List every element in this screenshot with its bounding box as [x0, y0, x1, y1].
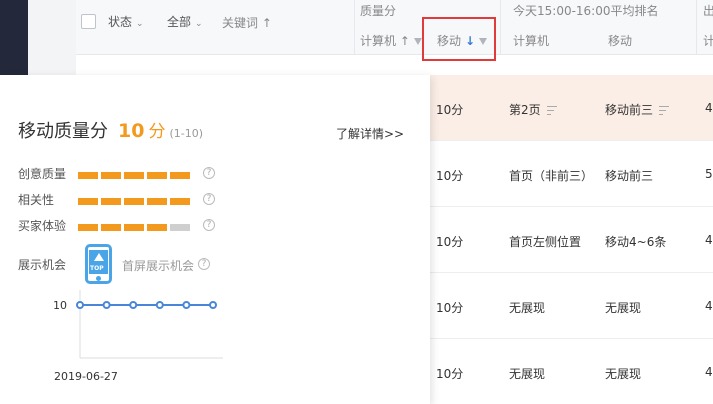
mobile-rank-cell: 无展现 — [605, 367, 642, 381]
extra-cell: 4. — [705, 299, 713, 313]
level-segment — [124, 224, 144, 231]
cut-group-header: 出 — [703, 4, 713, 18]
level-segment — [78, 224, 98, 231]
help-icon[interactable]: ? — [203, 193, 215, 205]
keyword-sort-header[interactable]: 关键词 ↑ — [222, 14, 272, 31]
rank-group-header: 今天15:00-16:00平均排名 — [513, 4, 659, 18]
quality-pc-label: 计算机 ↑ — [360, 34, 410, 48]
level-segment — [170, 172, 190, 179]
metric-label: 创意质量 — [18, 167, 67, 181]
metric-level-bars — [78, 172, 190, 179]
exposure-value: 首屏展示机会 — [122, 259, 195, 273]
data-point[interactable] — [129, 301, 138, 309]
rank-pc-header[interactable]: 计算机 — [513, 32, 549, 49]
pc-rank-cell: 首页（非前三） — [509, 169, 594, 183]
popup-title: 移动质量分 10 分 (1-10) — [18, 117, 203, 143]
level-segment — [101, 198, 121, 205]
mobile-rank-cell: 无展现 — [605, 301, 642, 315]
mobile-rank-text: 移动前三 — [605, 103, 654, 117]
metric-level-bars — [78, 224, 190, 231]
level-segment — [170, 224, 190, 231]
help-icon[interactable]: ? — [203, 219, 215, 231]
quality-score-cell[interactable]: 10分 — [436, 233, 463, 250]
level-segment — [147, 224, 167, 231]
chevron-down-icon: ⌄ — [136, 19, 144, 29]
top-tag: TOP — [90, 265, 104, 272]
rank-trend-icon[interactable] — [659, 106, 670, 115]
level-segment — [101, 224, 121, 231]
quality-score-range: (1-10) — [169, 127, 204, 140]
select-all-checkbox[interactable] — [81, 14, 96, 29]
extra-cell: 5. — [705, 167, 713, 181]
status-filter-label: 状态 — [108, 15, 133, 29]
level-segment — [78, 172, 98, 179]
data-point[interactable] — [182, 301, 191, 309]
phone-screen: TOP — [89, 250, 108, 274]
pc-rank-cell: 第2页 — [509, 101, 557, 118]
quality-trend-chart: 10 — [53, 290, 223, 359]
mobile-rank-cell: 移动前三 — [605, 169, 654, 183]
arrow-up-icon — [94, 253, 104, 261]
status-filter[interactable]: 状态 ⌄ — [108, 13, 144, 30]
level-segment — [147, 198, 167, 205]
column-divider — [354, 0, 355, 55]
extra-cell: 4. — [705, 365, 713, 379]
extra-cell: 4. — [705, 233, 713, 247]
quality-score-unit: 分 — [148, 122, 166, 142]
all-filter-label: 全部 — [167, 15, 192, 29]
data-point[interactable] — [155, 301, 164, 309]
level-segment — [170, 198, 190, 205]
pc-rank-cell: 无展现 — [509, 367, 546, 381]
highlight-box — [422, 17, 496, 61]
pc-rank-cell: 无展现 — [509, 301, 546, 315]
mobile-rank-cell: 移动前三 — [605, 101, 670, 118]
quality-pc-header[interactable]: 计算机 ↑ — [360, 32, 422, 49]
level-segment — [124, 172, 144, 179]
pc-rank-text: 第2页 — [509, 103, 541, 117]
chart-marks — [76, 301, 217, 309]
level-segment — [147, 172, 167, 179]
column-divider — [500, 0, 501, 55]
all-filter[interactable]: 全部 ⌄ — [167, 13, 203, 30]
cut-pc-header: 计 — [703, 34, 713, 48]
pc-rank-cell: 首页左侧位置 — [509, 235, 582, 249]
quality-score-cell[interactable]: 10分 — [436, 101, 463, 118]
level-segment — [78, 198, 98, 205]
help-icon[interactable]: ? — [203, 167, 215, 179]
x-tick-label: 2019-06-27 — [54, 370, 118, 383]
data-point[interactable] — [209, 301, 217, 309]
chevron-down-icon: ⌄ — [195, 19, 203, 29]
rank-trend-icon[interactable] — [546, 106, 557, 115]
data-point[interactable] — [76, 301, 84, 309]
quality-score-cell[interactable]: 10分 — [436, 299, 463, 316]
quality-score-value: 10 — [118, 120, 145, 142]
level-segment — [101, 172, 121, 179]
popup-title-text: 移动质量分 — [18, 121, 108, 142]
data-point[interactable] — [102, 301, 111, 309]
y-tick-label: 10 — [53, 299, 67, 312]
learn-more-link[interactable]: 了解详情>> — [336, 125, 404, 142]
filter-icon[interactable] — [413, 38, 422, 45]
rank-mobile-header[interactable]: 移动 — [608, 32, 632, 49]
table-header: 状态 ⌄ 全部 ⌄ 关键词 ↑ 质量分 计算机 ↑ 移动 ↓ 今天15:00-16:0… — [76, 0, 713, 55]
mobile-rank-cell: 移动4~6条 — [605, 235, 667, 249]
metric-level-bars — [78, 198, 190, 205]
quality-group-header: 质量分 — [360, 4, 397, 18]
help-icon[interactable]: ? — [198, 258, 210, 270]
extra-cell: 4. — [705, 101, 713, 115]
quality-score-cell[interactable]: 10分 — [436, 365, 463, 382]
phone-home-button — [96, 276, 101, 281]
level-segment — [124, 198, 144, 205]
mobile-quality-popup: 移动质量分 10 分 (1-10) 了解详情>> 创意质量 ? 相关性 ? 买家体验 … — [0, 75, 430, 404]
exposure-label: 展示机会 — [18, 258, 67, 272]
quality-score-cell[interactable]: 10分 — [436, 167, 463, 184]
metric-label: 相关性 — [18, 193, 55, 207]
mobile-top-icon: TOP — [85, 244, 112, 284]
column-divider — [696, 0, 697, 55]
metric-label: 买家体验 — [18, 219, 67, 233]
